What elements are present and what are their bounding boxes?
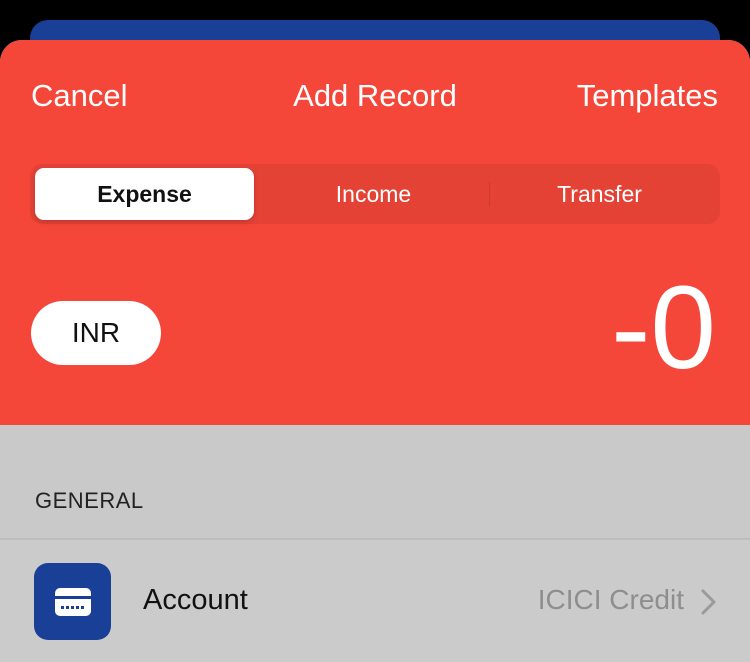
account-row[interactable]: Account ICICI Credit [0,540,750,662]
record-type-segmented-control: Expense Income Transfer [30,164,720,224]
tab-income[interactable]: Income [264,168,483,220]
screen: Cancel Add Record Templates Expense Inco… [0,0,750,662]
record-header: Cancel Add Record Templates Expense Inco… [0,40,750,425]
account-value: ICICI Credit [537,584,684,615]
cancel-button[interactable]: Cancel [31,76,128,116]
section-header-general: GENERAL [35,488,144,513]
currency-button[interactable]: INR [31,301,161,365]
tab-transfer[interactable]: Transfer [490,168,709,220]
add-record-sheet: Cancel Add Record Templates Expense Inco… [0,40,750,662]
credit-card-icon [34,563,111,640]
account-label: Account [143,584,248,616]
templates-button[interactable]: Templates [577,76,718,116]
amount-display[interactable]: -0 [611,268,716,388]
chevron-right-icon [701,589,716,615]
tab-expense[interactable]: Expense [35,168,254,220]
